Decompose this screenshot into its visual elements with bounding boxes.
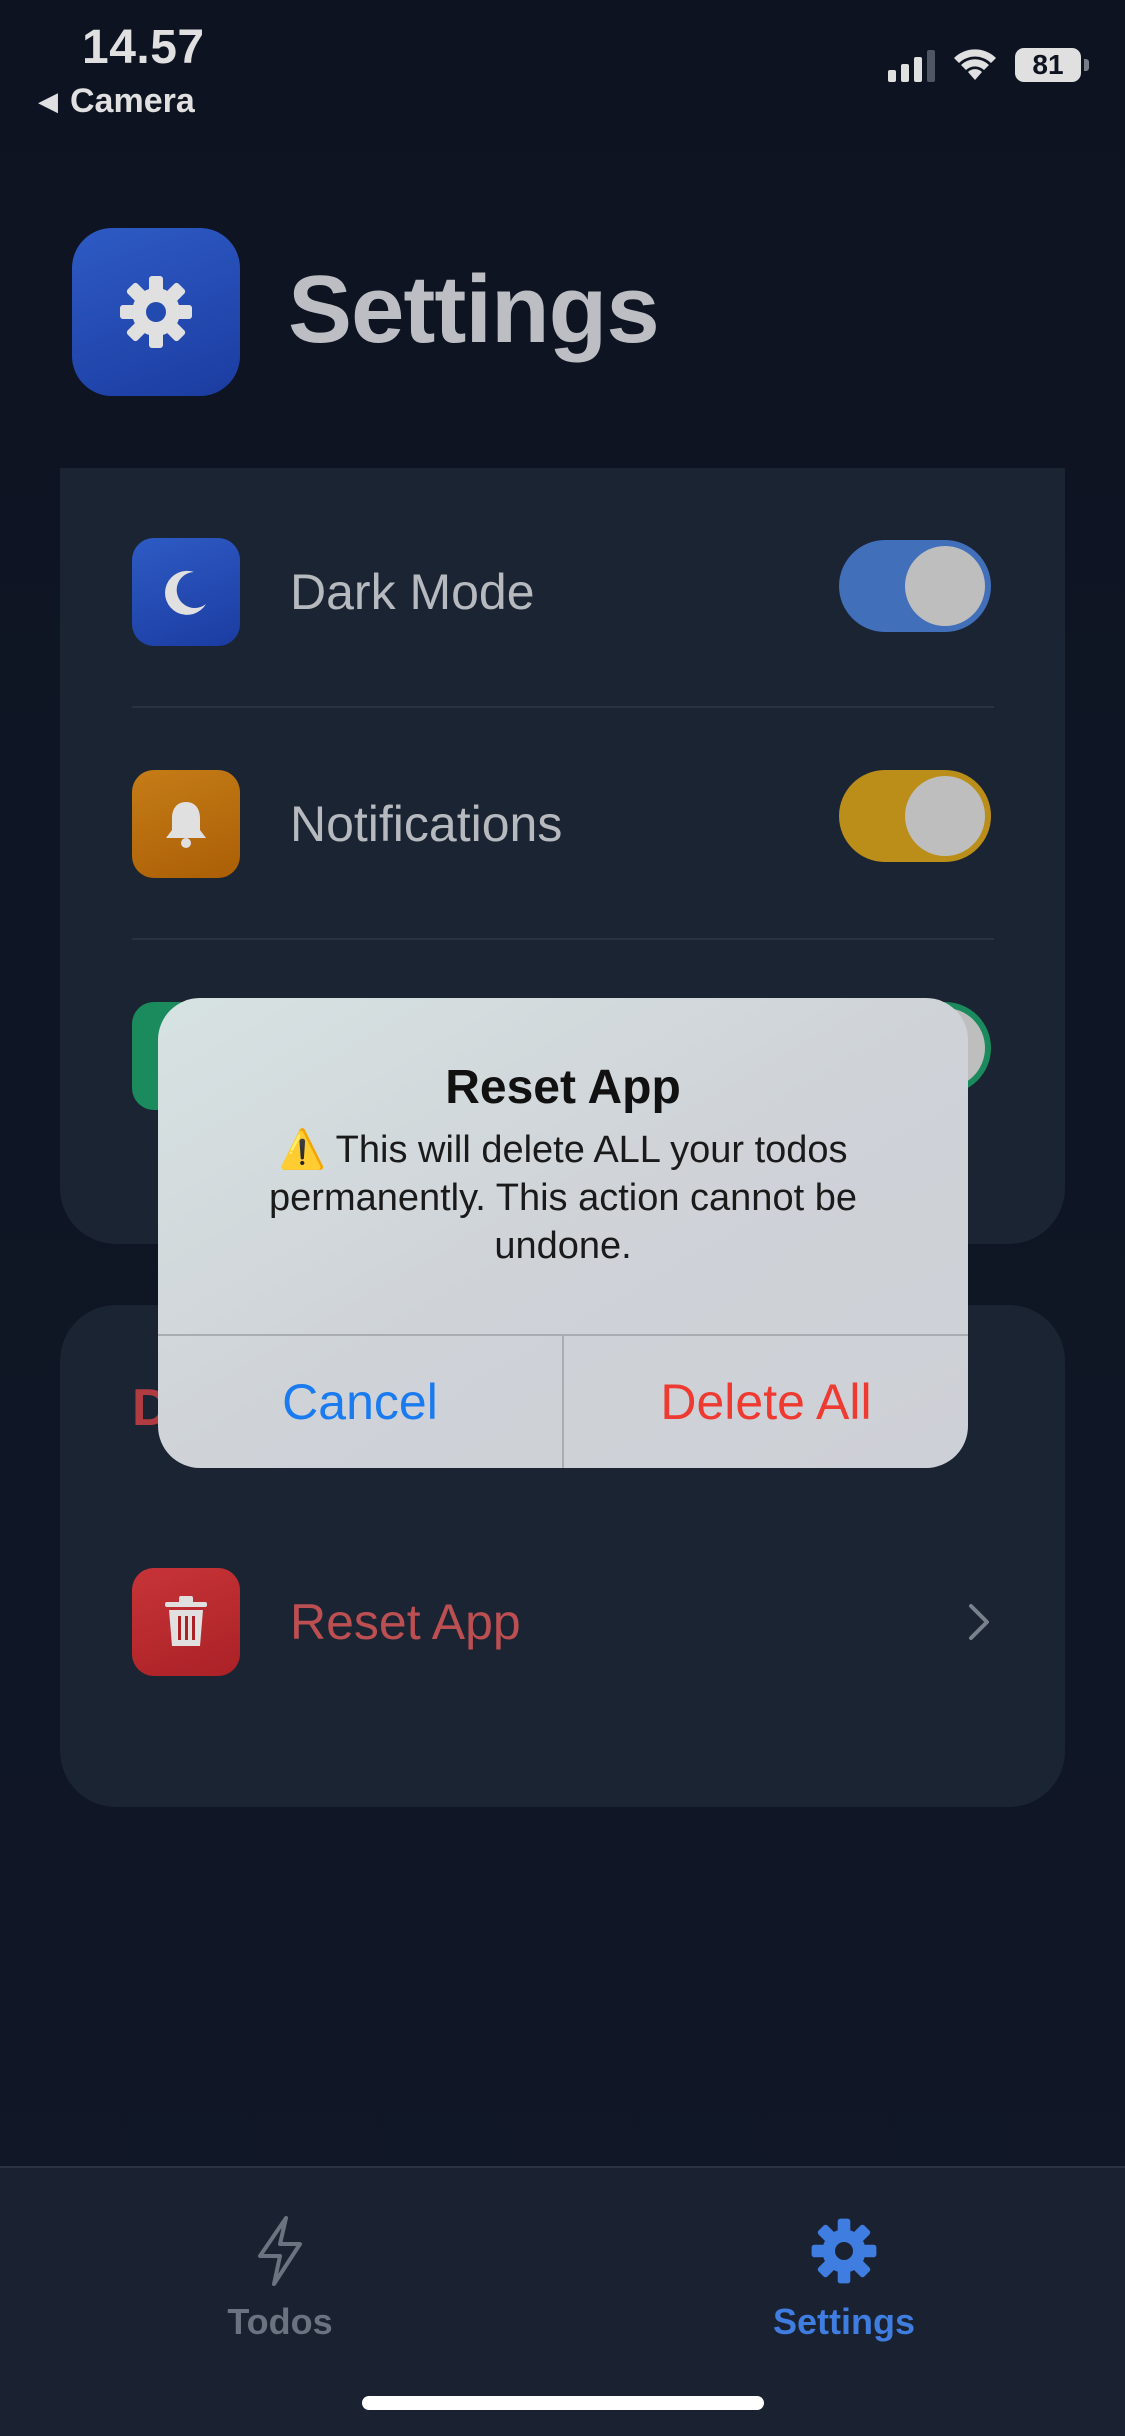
alert-title: Reset App xyxy=(445,1061,681,1114)
home-indicator[interactable] xyxy=(362,2396,764,2410)
tab-todos-label: Todos xyxy=(227,2301,333,2342)
delete-all-button[interactable]: Delete All xyxy=(564,1336,968,1468)
lightning-icon xyxy=(258,2216,302,2286)
tab-settings[interactable]: Settings xyxy=(694,2214,994,2343)
gear-icon xyxy=(811,2218,877,2284)
cancel-button[interactable]: Cancel xyxy=(158,1336,562,1468)
alert-message: ⚠️ This will delete ALL your todos perma… xyxy=(269,1129,857,1267)
tab-todos[interactable]: Todos xyxy=(130,2214,430,2343)
reset-confirm-dialog: Reset App ⚠️ This will delete ALL your t… xyxy=(158,998,968,1468)
tab-settings-label: Settings xyxy=(772,2301,915,2342)
